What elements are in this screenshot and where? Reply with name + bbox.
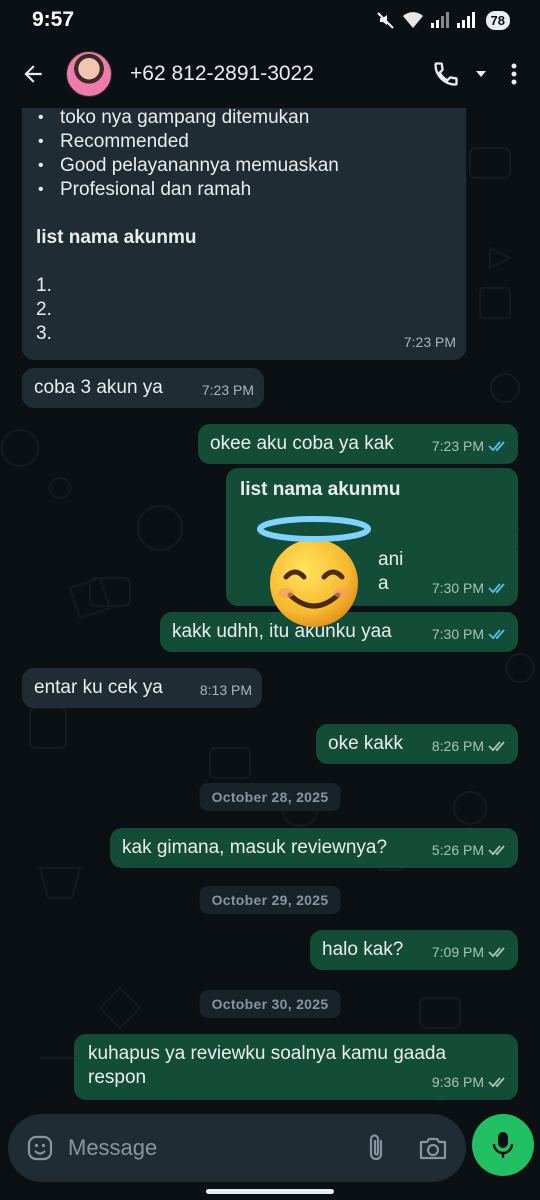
voice-message-button[interactable] (472, 1114, 534, 1176)
voice-call-icon[interactable] (432, 60, 460, 88)
date-separator: October 28, 2025 (199, 783, 341, 811)
signal-icon-2 (456, 12, 475, 28)
read-receipt-icon (488, 629, 505, 640)
list-number: 2. (36, 299, 52, 320)
delivered-receipt-icon (488, 1077, 505, 1088)
mute-icon (376, 12, 394, 29)
list-item: Recommended (36, 130, 339, 154)
read-receipt-icon (488, 441, 505, 452)
message-text: kuhapus ya reviewku soalnya kamu gaada (88, 1043, 447, 1064)
message-text: halo kak? (322, 939, 404, 960)
message-input[interactable] (68, 1135, 328, 1161)
message-bullet-list: toko nya gampang ditemukan Recommended G… (36, 108, 339, 202)
more-options-icon[interactable] (502, 60, 526, 88)
delivered-receipt-icon (488, 947, 505, 958)
message-text-fragment: ani (378, 549, 404, 570)
camera-icon[interactable] (418, 1135, 448, 1161)
list-item: toko nya gampang ditemukan (36, 108, 339, 130)
clock: 9:57 (32, 8, 75, 31)
read-receipt-icon (488, 583, 505, 594)
signal-icon (430, 12, 449, 28)
chat-header: +62 812-2891-3022 (0, 40, 540, 108)
microphone-icon (492, 1132, 514, 1158)
message-text: entar ku cek ya (34, 677, 163, 698)
smiling-face-with-halo-icon (257, 516, 371, 627)
attach-icon[interactable] (366, 1133, 388, 1163)
message-outgoing[interactable]: kak gimana, masuk reviewnya? 5:26 PM (110, 828, 518, 868)
message-text: okee aku coba ya kak (210, 433, 394, 454)
message-text: respon (88, 1067, 147, 1088)
message-time: 7:30 PM (432, 622, 508, 646)
emoji-sticker-icon[interactable] (26, 1134, 54, 1162)
message-outgoing[interactable]: okee aku coba ya kak 7:23 PM (198, 424, 518, 464)
message-input-pill[interactable] (8, 1114, 466, 1182)
message-composer (0, 1108, 540, 1200)
message-time: 8:26 PM (432, 734, 508, 758)
delivered-receipt-icon (488, 741, 505, 752)
message-time: 9:36 PM (432, 1070, 508, 1094)
delivered-receipt-icon (488, 845, 505, 856)
message-outgoing[interactable]: halo kak? 7:09 PM (310, 930, 518, 970)
message-time: 8:13 PM (199, 682, 252, 698)
list-item: Good pelayanannya memuaskan (36, 154, 339, 178)
date-separator: October 29, 2025 (199, 886, 341, 914)
message-time: 7:09 PM (432, 940, 508, 964)
message-text: coba 3 akun ya (34, 377, 163, 398)
battery-indicator: 78 (485, 10, 510, 30)
status-bar: 9:57 78 (0, 0, 540, 40)
contact-name[interactable]: +62 812-2891-3022 (130, 62, 314, 86)
message-incoming[interactable]: toko nya gampang ditemukan Recommended G… (22, 108, 466, 360)
gesture-nav-bar[interactable] (206, 1189, 334, 1194)
message-time: 7:30 PM (432, 576, 508, 600)
message-outgoing[interactable]: oke kakk 8:26 PM (316, 724, 518, 764)
message-outgoing[interactable]: kuhapus ya reviewku soalnya kamu gaada r… (74, 1034, 518, 1100)
list-number: 3. (36, 323, 52, 344)
message-heading: list nama akunmu (240, 479, 401, 500)
message-text: kak gimana, masuk reviewnya? (122, 837, 388, 858)
message-text: oke kakk (328, 733, 403, 754)
message-incoming[interactable]: coba 3 akun ya 7:23 PM (22, 368, 264, 408)
message-incoming[interactable]: entar ku cek ya 8:13 PM (22, 668, 262, 708)
date-separator: October 30, 2025 (199, 990, 341, 1018)
message-time: 5:26 PM (432, 838, 508, 862)
list-number: 1. (36, 275, 52, 296)
message-heading: list nama akunmu (36, 227, 197, 248)
message-time: 7:23 PM (201, 382, 254, 398)
call-dropdown-icon[interactable] (474, 67, 488, 81)
back-button[interactable] (18, 59, 48, 89)
status-icons: 78 (376, 10, 510, 30)
arrow-back-icon (24, 65, 42, 83)
message-time: 7:23 PM (403, 334, 456, 350)
message-time: 7:23 PM (432, 434, 508, 458)
wifi-icon (402, 12, 423, 28)
message-text-fragment: a (378, 573, 389, 594)
list-item: Profesional dan ramah (36, 178, 339, 202)
avatar[interactable] (66, 51, 112, 97)
chat-area[interactable]: toko nya gampang ditemukan Recommended G… (0, 108, 540, 1108)
